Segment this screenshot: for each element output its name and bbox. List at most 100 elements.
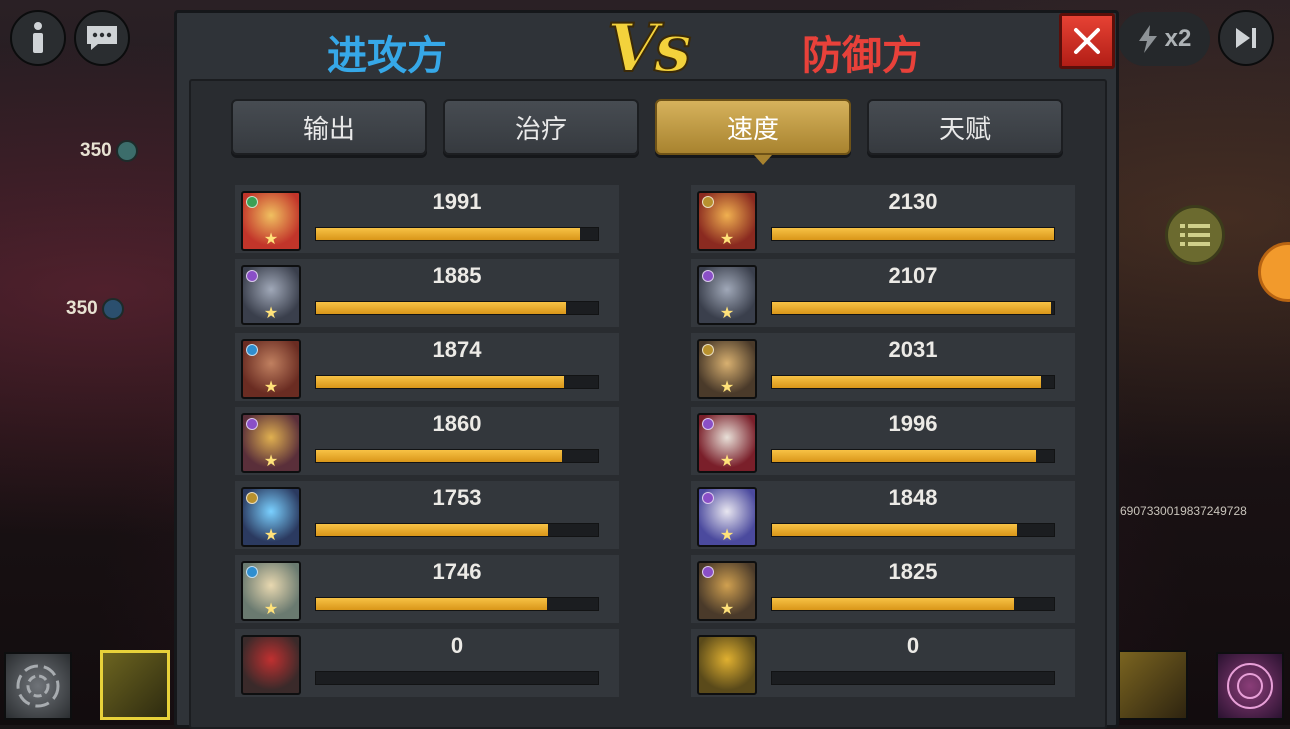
stat-bar-fill xyxy=(772,524,1017,536)
chat-icon xyxy=(87,26,117,50)
info-icon xyxy=(33,22,43,53)
stat-bar xyxy=(771,523,1055,537)
stat-bar xyxy=(315,671,599,685)
stat-value: 1991 xyxy=(432,189,482,214)
hero-portrait: ★ xyxy=(241,265,301,325)
list-icon xyxy=(1180,224,1210,246)
speed-toggle[interactable]: x2 xyxy=(1118,12,1210,66)
hero-portrait: ★ xyxy=(697,339,757,399)
faction-badge-icon xyxy=(246,492,258,504)
skill-slot[interactable] xyxy=(1216,652,1284,720)
stat-row: ★ 1885 xyxy=(235,259,619,327)
stat-row: ★ 1753 xyxy=(235,481,619,549)
vehicle-portrait xyxy=(697,635,757,695)
hero-portrait: ★ xyxy=(241,487,301,547)
battle-log-button[interactable] xyxy=(1165,205,1225,265)
faction-badge-icon xyxy=(246,270,258,282)
stat-row: ★ 1996 xyxy=(691,407,1075,475)
stat-bar-fill xyxy=(316,228,580,240)
stat-row: ★ 1825 xyxy=(691,555,1075,623)
rank-star-icon: ★ xyxy=(719,303,735,322)
stat-value: 0 xyxy=(450,633,464,658)
rank-star-icon: ★ xyxy=(263,451,279,470)
hero-portrait: ★ xyxy=(697,561,757,621)
stat-value: 1753 xyxy=(432,485,482,510)
vortex-icon xyxy=(16,664,60,708)
info-button[interactable] xyxy=(10,10,66,66)
faction-badge-icon xyxy=(702,418,714,430)
rank-star-icon: ★ xyxy=(719,229,735,248)
close-icon xyxy=(1074,28,1100,54)
stat-bar xyxy=(771,449,1055,463)
rank-star-icon: ★ xyxy=(263,377,279,396)
stat-bar-fill xyxy=(772,450,1037,462)
hero-portrait: ★ xyxy=(697,413,757,473)
faction-badge-icon xyxy=(702,196,714,208)
faction-badge-icon xyxy=(702,492,714,504)
stat-row: 0 xyxy=(235,629,619,697)
stat-bar xyxy=(771,227,1055,241)
stat-row: ★ 2031 xyxy=(691,333,1075,401)
stat-bar-fill xyxy=(772,598,1014,610)
stat-row: ★ 1848 xyxy=(691,481,1075,549)
hp-value: 350 xyxy=(80,140,112,161)
stats-panel: 输出 治疗 速度 天赋 ★ 1991 ★ 1885 ★ 1874 ★ 1860 ★ 1753 ★ 17… xyxy=(189,79,1107,729)
stat-bar xyxy=(315,301,599,315)
stat-bar-fill xyxy=(316,598,548,610)
stat-row: ★ 1874 xyxy=(235,333,619,401)
stat-bar xyxy=(771,671,1055,685)
faction-badge-icon xyxy=(702,270,714,282)
close-button[interactable] xyxy=(1059,13,1115,69)
tab-damage[interactable]: 输出 xyxy=(231,99,427,155)
faction-badge-icon xyxy=(246,418,258,430)
battle-stats-dialog: 进攻方 Vs 防御方 输出 治疗 速度 天赋 ★ 1991 ★ 1885 ★ 1874 ★ 1… xyxy=(174,8,1119,729)
stat-row: ★ 1860 xyxy=(235,407,619,475)
hero-portrait: ★ xyxy=(241,413,301,473)
hero-portrait: ★ xyxy=(697,191,757,251)
faction-badge-icon xyxy=(246,344,258,356)
skip-button[interactable] xyxy=(1218,10,1274,66)
stat-row: ★ 1746 xyxy=(235,555,619,623)
skill-slot[interactable] xyxy=(4,652,72,720)
chat-button[interactable] xyxy=(74,10,130,66)
stat-bar xyxy=(315,449,599,463)
stat-value: 1885 xyxy=(432,263,482,288)
stat-value: 2031 xyxy=(888,337,938,362)
faction-badge-icon xyxy=(246,196,258,208)
rank-star-icon: ★ xyxy=(263,525,279,544)
stat-value: 0 xyxy=(906,633,920,658)
stat-value: 1825 xyxy=(888,559,938,584)
stat-bar-fill xyxy=(316,524,549,536)
vehicle-slot[interactable] xyxy=(100,650,170,720)
tab-healing[interactable]: 治疗 xyxy=(443,99,639,155)
battle-id: 69073300198372497​28 xyxy=(1120,504,1247,518)
stat-value: 1860 xyxy=(432,411,482,436)
skip-icon xyxy=(1236,28,1256,48)
stat-value: 1746 xyxy=(432,559,482,584)
stat-bar xyxy=(771,375,1055,389)
stat-row: 0 xyxy=(691,629,1075,697)
hero-portrait: ★ xyxy=(697,265,757,325)
stat-bar xyxy=(315,375,599,389)
stat-bar xyxy=(315,227,599,241)
stat-bar-fill xyxy=(772,228,1054,240)
hp-indicator: 350 xyxy=(80,140,138,162)
vehicle-slot[interactable] xyxy=(1118,650,1188,720)
hero-portrait: ★ xyxy=(697,487,757,547)
rune-icon xyxy=(1227,663,1273,709)
rank-star-icon: ★ xyxy=(719,525,735,544)
defender-title: 防御方 xyxy=(802,33,922,79)
tab-talent[interactable]: 天赋 xyxy=(867,99,1063,155)
hero-portrait: ★ xyxy=(241,339,301,399)
rank-star-icon: ★ xyxy=(719,599,735,618)
stat-bar-fill xyxy=(316,376,565,388)
rank-star-icon: ★ xyxy=(263,599,279,618)
speed-label: x2 xyxy=(1164,25,1192,52)
element-orb-icon xyxy=(115,140,138,162)
rank-star-icon: ★ xyxy=(719,377,735,396)
faction-badge-icon xyxy=(702,566,714,578)
element-orb-icon xyxy=(101,298,124,320)
faction-badge-icon xyxy=(246,566,258,578)
tab-speed[interactable]: 速度 xyxy=(655,99,851,155)
stat-value: 1874 xyxy=(432,337,482,362)
